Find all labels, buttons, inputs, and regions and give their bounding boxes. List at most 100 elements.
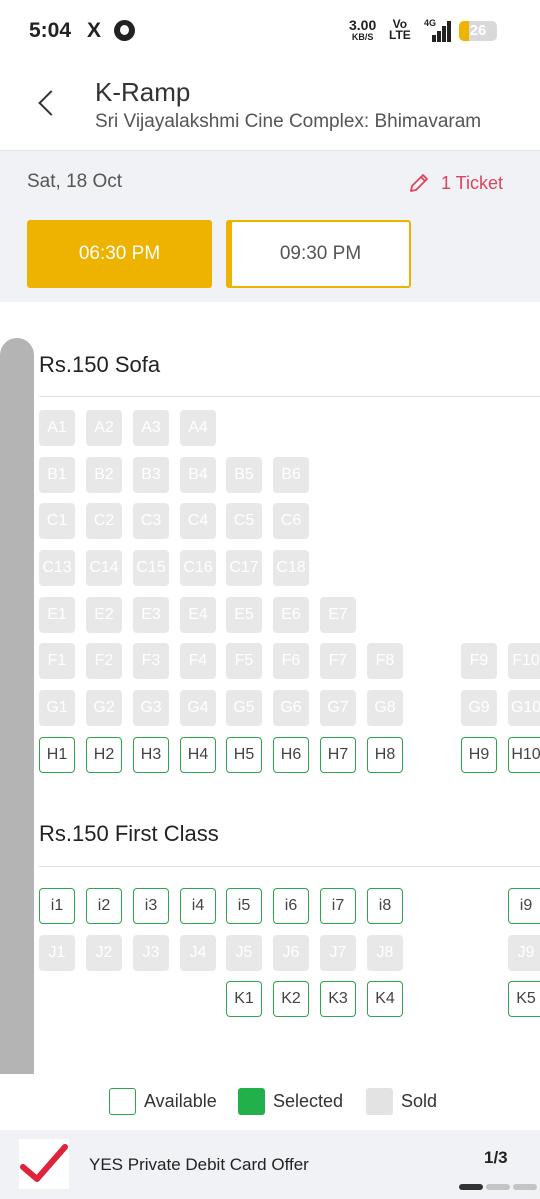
seat-C17: C17 bbox=[226, 550, 262, 586]
seat-H5[interactable]: H5 bbox=[226, 737, 262, 773]
seat-A4: A4 bbox=[180, 410, 216, 446]
seat-F6: F6 bbox=[273, 643, 309, 679]
seat-i2[interactable]: i2 bbox=[86, 888, 122, 924]
seat-K5[interactable]: K5 bbox=[508, 981, 540, 1017]
seat-C4: C4 bbox=[180, 503, 216, 539]
seat-i9[interactable]: i9 bbox=[508, 888, 540, 924]
seat-G5: G5 bbox=[226, 690, 262, 726]
seat-K2[interactable]: K2 bbox=[273, 981, 309, 1017]
volte-bottom: LTE bbox=[389, 28, 411, 42]
volte-indicator: Vo LTE bbox=[389, 18, 411, 42]
seat-G7: G7 bbox=[320, 690, 356, 726]
section-title-sofa: Rs.150 Sofa bbox=[39, 352, 161, 377]
legend-selected-label: Selected bbox=[273, 1091, 344, 1111]
seat-G3: G3 bbox=[133, 690, 169, 726]
seat-i3[interactable]: i3 bbox=[133, 888, 169, 924]
seat-H1[interactable]: H1 bbox=[39, 737, 75, 773]
seat-H10[interactable]: H10 bbox=[508, 737, 540, 773]
seat-i4[interactable]: i4 bbox=[180, 888, 216, 924]
bank-logo-icon bbox=[19, 1139, 69, 1189]
seat-J7: J7 bbox=[320, 935, 356, 971]
section-divider bbox=[39, 866, 540, 867]
show-selector: Sat, 18 Oct 1 Ticket 06:30 PM 09:30 PM bbox=[0, 150, 540, 302]
seat-H9[interactable]: H9 bbox=[461, 737, 497, 773]
carousel-dot bbox=[513, 1184, 537, 1190]
seat-C1: C1 bbox=[39, 503, 75, 539]
seat-legend: Available Selected Sold bbox=[0, 1074, 540, 1130]
seat-H3[interactable]: H3 bbox=[133, 737, 169, 773]
back-arrow-icon[interactable] bbox=[30, 82, 66, 126]
seat-G10: G10 bbox=[508, 690, 540, 726]
carousel-dot-active bbox=[459, 1184, 483, 1190]
seat-A2: A2 bbox=[86, 410, 122, 446]
seat-C6: C6 bbox=[273, 503, 309, 539]
seat-i1[interactable]: i1 bbox=[39, 888, 75, 924]
seat-B3: B3 bbox=[133, 457, 169, 493]
seat-G1: G1 bbox=[39, 690, 75, 726]
carousel-dot bbox=[486, 1184, 510, 1190]
showtime-button-1[interactable]: 06:30 PM bbox=[27, 220, 212, 288]
seat-K3[interactable]: K3 bbox=[320, 981, 356, 1017]
battery-level: 26 bbox=[469, 22, 487, 39]
seat-F10: F10 bbox=[508, 643, 540, 679]
scrollbar[interactable] bbox=[0, 338, 34, 1074]
seat-K4[interactable]: K4 bbox=[367, 981, 403, 1017]
seat-H2[interactable]: H2 bbox=[86, 737, 122, 773]
seat-F4: F4 bbox=[180, 643, 216, 679]
seat-E4: E4 bbox=[180, 597, 216, 633]
show-date: Sat, 18 Oct bbox=[27, 171, 123, 192]
legend-available-label: Available bbox=[144, 1091, 217, 1111]
seat-C13: C13 bbox=[39, 550, 75, 586]
selected-swatch bbox=[238, 1088, 265, 1115]
movie-title: K-Ramp bbox=[95, 77, 191, 107]
seat-H6[interactable]: H6 bbox=[273, 737, 309, 773]
seat-B2: B2 bbox=[86, 457, 122, 493]
whatsapp-icon bbox=[114, 20, 135, 41]
seat-J1: J1 bbox=[39, 935, 75, 971]
legend-sold-label: Sold bbox=[401, 1091, 438, 1111]
ticket-count-button[interactable]: 1 Ticket bbox=[407, 169, 503, 197]
seat-E5: E5 bbox=[226, 597, 262, 633]
offer-counter: 1/3 bbox=[484, 1148, 508, 1167]
seat-J6: J6 bbox=[273, 935, 309, 971]
seat-B6: B6 bbox=[273, 457, 309, 493]
seat-K1[interactable]: K1 bbox=[226, 981, 262, 1017]
battery-icon: 26 bbox=[459, 21, 497, 41]
seat-B1: B1 bbox=[39, 457, 75, 493]
seat-G6: G6 bbox=[273, 690, 309, 726]
seat-J5: J5 bbox=[226, 935, 262, 971]
seat-i8[interactable]: i8 bbox=[367, 888, 403, 924]
seat-H8[interactable]: H8 bbox=[367, 737, 403, 773]
seat-F5: F5 bbox=[226, 643, 262, 679]
signal-icon: 4G bbox=[424, 18, 452, 42]
seat-B4: B4 bbox=[180, 457, 216, 493]
venue-name: Sri Vijayalakshmi Cine Complex: Bhimavar… bbox=[95, 111, 482, 132]
speed-unit: KB/S bbox=[351, 32, 374, 42]
offer-banner[interactable]: YES Private Debit Card Offer 1/3 bbox=[0, 1130, 540, 1199]
seat-E1: E1 bbox=[39, 597, 75, 633]
seat-E3: E3 bbox=[133, 597, 169, 633]
seat-H4[interactable]: H4 bbox=[180, 737, 216, 773]
seat-E6: E6 bbox=[273, 597, 309, 633]
available-swatch bbox=[109, 1088, 136, 1115]
seat-i7[interactable]: i7 bbox=[320, 888, 356, 924]
seat-G2: G2 bbox=[86, 690, 122, 726]
seat-G4: G4 bbox=[180, 690, 216, 726]
seat-A3: A3 bbox=[133, 410, 169, 446]
seat-H7[interactable]: H7 bbox=[320, 737, 356, 773]
status-time: 5:04 bbox=[29, 19, 72, 42]
status-bar: 5:04 X 3.00 KB/S Vo LTE 4G 26 bbox=[0, 0, 540, 62]
showtime-button-2[interactable]: 09:30 PM bbox=[226, 220, 411, 288]
seat-G9: G9 bbox=[461, 690, 497, 726]
header: K-Ramp Sri Vijayalakshmi Cine Complex: B… bbox=[0, 62, 540, 150]
seat-map: Rs.150 Sofa A1 A2 A3 A4 B1 B2 B3 B4 B5 B6 C1 C2 C3 C4… bbox=[0, 302, 540, 1074]
section-title-first-class: Rs.150 First Class bbox=[39, 821, 219, 846]
seat-C3: C3 bbox=[133, 503, 169, 539]
legend-available: Available bbox=[109, 1088, 217, 1115]
seat-J4: J4 bbox=[180, 935, 216, 971]
seat-G8: G8 bbox=[367, 690, 403, 726]
seat-C15: C15 bbox=[133, 550, 169, 586]
seat-i6[interactable]: i6 bbox=[273, 888, 309, 924]
seat-i5[interactable]: i5 bbox=[226, 888, 262, 924]
section-divider bbox=[39, 396, 540, 397]
